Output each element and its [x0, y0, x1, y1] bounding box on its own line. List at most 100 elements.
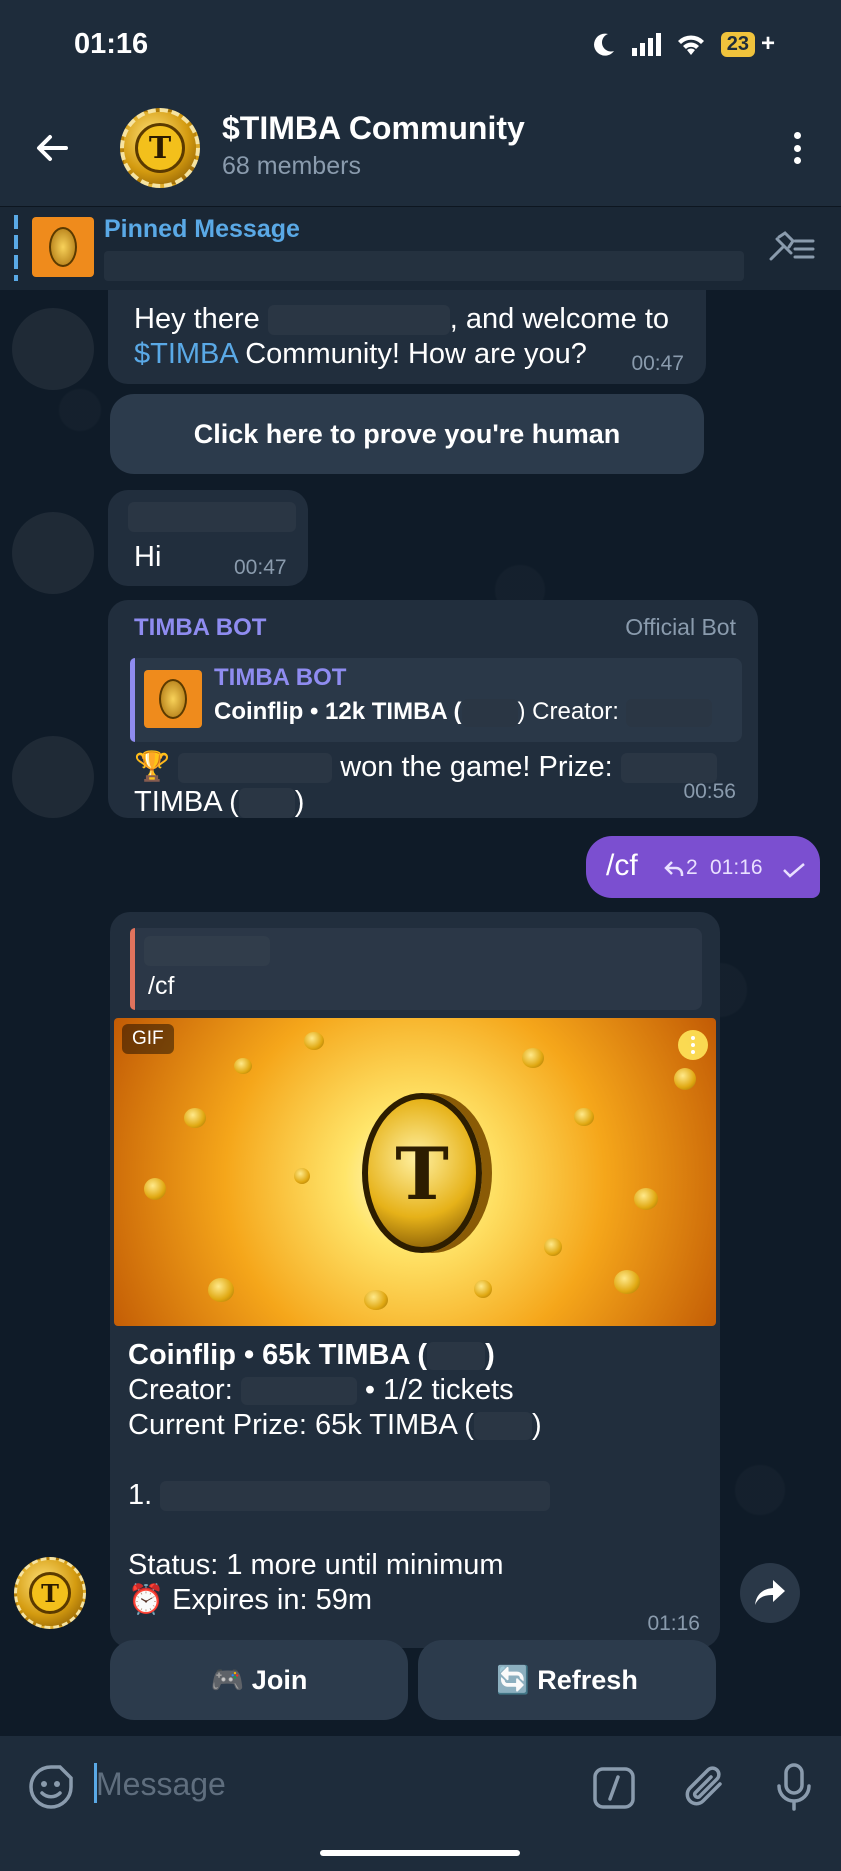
wifi-icon [677, 35, 704, 55]
chat-area[interactable]: Hey there , and welcome to $TIMBA Commun… [0, 290, 841, 1736]
paperclip-icon [685, 1766, 722, 1806]
welcome-text-1: Hey there [134, 303, 260, 335]
share-arrow-icon [755, 1580, 785, 1605]
reply-preview[interactable]: /cf [130, 928, 702, 1010]
status-bar: 01:16 23 + [0, 0, 841, 96]
bot-result-message[interactable]: TIMBA BOT Official Bot TIMBA BOT Coinfli… [108, 600, 758, 819]
bot-sender-name[interactable]: TIMBA BOT [134, 614, 266, 642]
gif-badge: GIF [122, 1024, 174, 1054]
status-text: Status: 1 more until minimum [128, 1549, 504, 1581]
refresh-button[interactable]: 🔄 Refresh [418, 1640, 716, 1720]
sender-avatar[interactable] [12, 308, 94, 390]
message-time: 00:47 [234, 556, 287, 579]
pinned-list-icon[interactable] [767, 229, 817, 269]
hi-message[interactable]: Hi 00:47 [108, 490, 308, 586]
status-icons: 23 + [591, 30, 775, 58]
verify-human-button[interactable]: Click here to prove you're human [110, 394, 704, 474]
redacted-sender-name [128, 502, 296, 532]
outgoing-text: /cf [606, 849, 638, 882]
prize-text-suffix: ) [294, 786, 305, 818]
gif-menu-button[interactable] [678, 1030, 708, 1060]
reply-preview[interactable]: TIMBA BOT Coinflip • 12k TIMBA ( ) Creato… [130, 658, 742, 742]
home-indicator[interactable] [320, 1850, 520, 1856]
message-time: 00:47 [631, 352, 684, 375]
slash-command-icon [593, 1767, 635, 1809]
welcome-text-2: , and welcome to [449, 303, 670, 335]
welcome-link[interactable]: $TIMBA [134, 338, 237, 370]
reply-text-1: Coinflip • 12k TIMBA ( [214, 698, 462, 725]
redacted-winner [178, 753, 333, 784]
official-bot-badge: Official Bot [625, 614, 736, 640]
current-prize-end: ) [531, 1409, 542, 1441]
chat-title[interactable]: $TIMBA Community [222, 110, 525, 147]
coinflip-message[interactable]: /cf T GIF Coinflip • 65k TIMBA () Creato… [110, 912, 720, 1648]
bot-avatar[interactable]: T [14, 1557, 86, 1629]
reply-text: /cf [148, 972, 175, 1000]
avatar-coin-letter: T [135, 123, 185, 173]
battery-icon: 23 [720, 31, 755, 57]
win-text: won the game! Prize: [340, 751, 613, 783]
microphone-icon [777, 1763, 811, 1811]
coinflip-details: Coinflip • 65k TIMBA () Creator: • 1/2 t… [128, 1338, 708, 1618]
expires-text: ⏰ Expires in: 59m [128, 1584, 373, 1616]
message-time: 01:16 [710, 856, 763, 879]
creator-label: Creator: [128, 1374, 233, 1406]
avatar-coin-letter: T [29, 1572, 71, 1614]
redacted-participant [160, 1481, 551, 1512]
chat-avatar[interactable]: T [120, 108, 200, 188]
coinflip-gif[interactable]: T GIF [114, 1018, 716, 1326]
redacted-username [267, 305, 450, 336]
redacted-value [427, 1342, 486, 1371]
battery-charging-plus: + [760, 30, 775, 57]
outgoing-message[interactable]: /cf 2 01:16 [586, 836, 820, 898]
welcome-text-3: Community! How are you? [237, 338, 587, 370]
voice-message-button[interactable] [774, 1762, 814, 1817]
more-options-button[interactable] [787, 126, 807, 170]
emoji-button[interactable] [28, 1764, 74, 1815]
status-time: 01:16 [74, 28, 149, 60]
hi-text: Hi [134, 541, 162, 573]
sender-avatar[interactable] [12, 512, 94, 594]
message-input[interactable]: Message [96, 1766, 226, 1803]
pinned-thumbnail [32, 217, 94, 277]
pinned-indicator [14, 215, 18, 281]
timba-coin-image: T [362, 1093, 482, 1253]
signal-icon [631, 33, 661, 56]
pinned-message-bar[interactable]: Pinned Message [0, 206, 841, 290]
sent-check-icon [783, 863, 805, 878]
prize-text-prefix: TIMBA ( [134, 786, 239, 818]
trophy-icon: 🏆 [134, 751, 171, 783]
reply-text-2: ) Creator: [517, 698, 619, 725]
chat-header: T $TIMBA Community 68 members [0, 96, 841, 206]
redacted-reply-sender [144, 936, 270, 966]
message-time: 01:16 [647, 1612, 700, 1635]
redacted-prize [620, 753, 717, 784]
forward-button[interactable] [740, 1563, 800, 1623]
message-input-bar: Message [0, 1736, 841, 1871]
pinned-redacted-text [104, 251, 744, 281]
back-button[interactable] [30, 126, 74, 170]
reply-count: 2 [686, 856, 698, 879]
pinned-title: Pinned Message [104, 215, 300, 243]
redacted-creator [625, 698, 712, 727]
welcome-message[interactable]: Hey there , and welcome to $TIMBA Commun… [108, 290, 706, 384]
message-time: 00:56 [683, 780, 736, 803]
current-prize-text: Current Prize: 65k TIMBA ( [128, 1409, 474, 1441]
attach-button[interactable] [682, 1764, 728, 1815]
coinflip-title-end: ) [485, 1339, 495, 1371]
coinflip-title: Coinflip • 65k TIMBA ( [128, 1339, 428, 1371]
redacted-value [461, 698, 518, 727]
reply-thumbnail [144, 670, 202, 728]
join-button[interactable]: 🎮 Join [110, 1640, 408, 1720]
redacted-value [238, 788, 295, 819]
do-not-disturb-icon [593, 33, 614, 56]
reply-sender: TIMBA BOT [214, 664, 347, 691]
redacted-creator [240, 1377, 357, 1406]
redacted-value [473, 1412, 532, 1441]
member-count: 68 members [222, 152, 361, 180]
sticker-smile-icon [29, 1765, 73, 1809]
arrow-left-icon [37, 135, 68, 161]
bot-commands-button[interactable] [592, 1766, 636, 1815]
tickets-text: • 1/2 tickets [364, 1374, 514, 1406]
sender-avatar[interactable] [12, 736, 94, 818]
